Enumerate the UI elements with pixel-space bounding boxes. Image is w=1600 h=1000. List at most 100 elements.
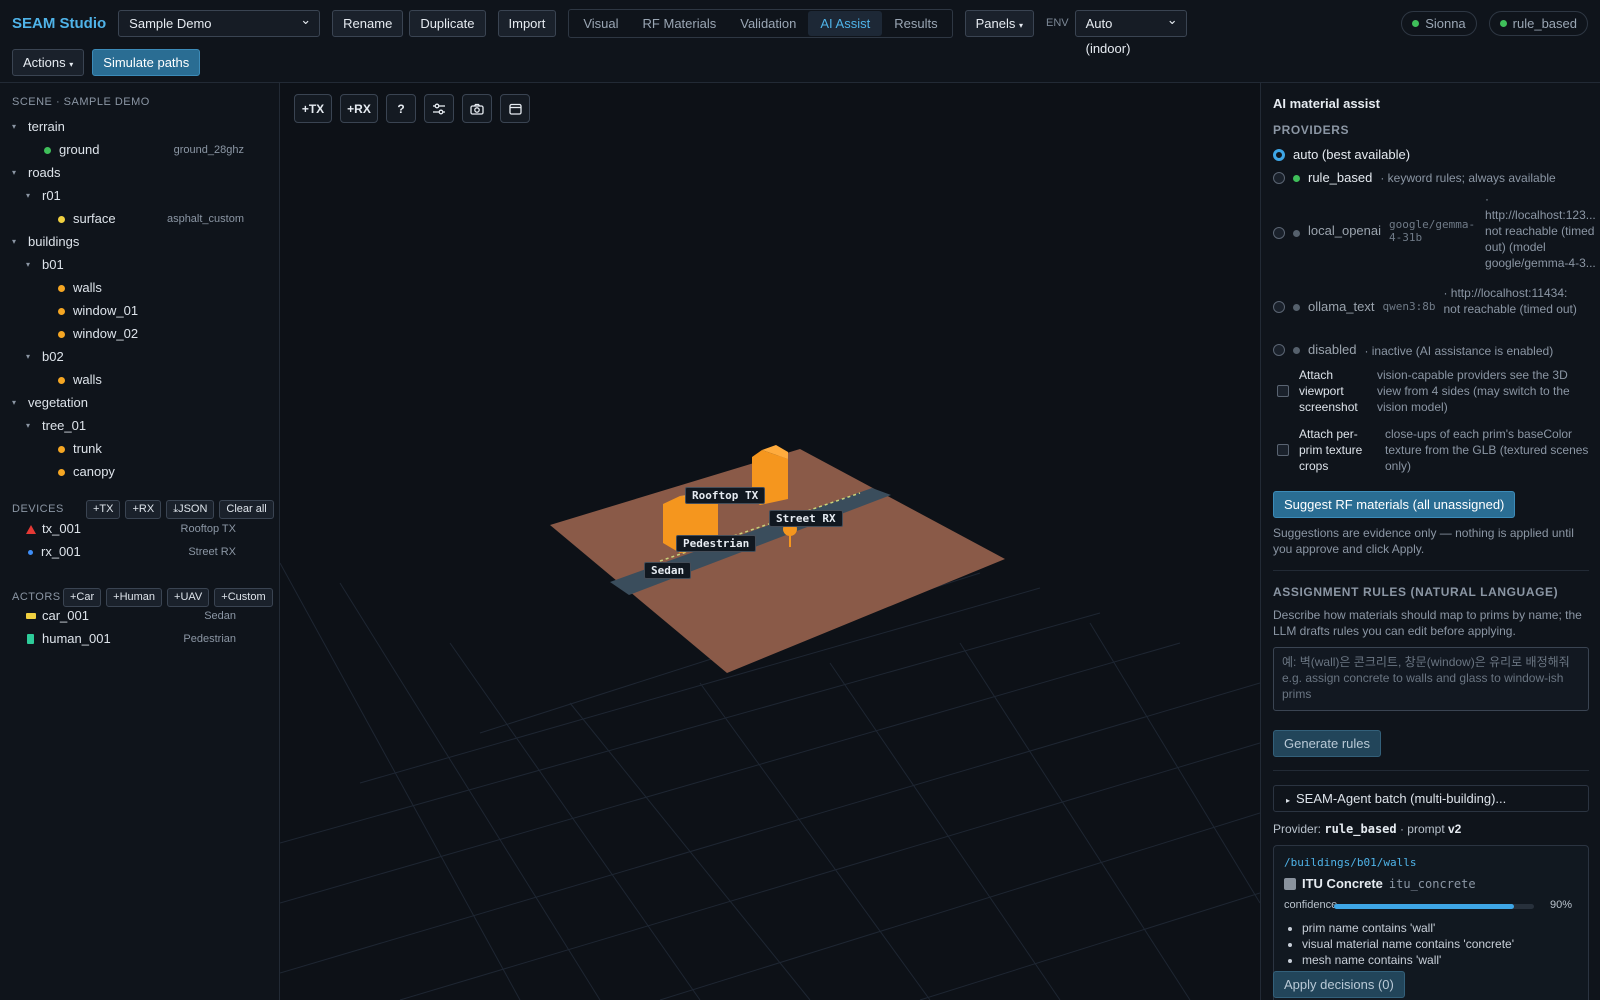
provider-name: auto (best available) bbox=[1293, 147, 1411, 162]
radio-icon bbox=[1273, 227, 1285, 239]
rules-input[interactable]: 예: 벽(wall)은 콘크리트, 창문(window)은 유리로 배정해줘 e… bbox=[1273, 647, 1589, 711]
radio-icon bbox=[1273, 301, 1285, 313]
car-icon bbox=[26, 613, 36, 619]
checkbox-icon[interactable] bbox=[1277, 444, 1289, 456]
receiver-icon bbox=[28, 549, 33, 555]
tree-node-b02[interactable]: ▾ b02 bbox=[0, 346, 280, 368]
provider-desc: · keyword rules; always available bbox=[1380, 171, 1556, 185]
tree-node-b01[interactable]: ▾ b01 bbox=[0, 254, 280, 276]
generate-rules-button[interactable]: Generate rules bbox=[1273, 730, 1381, 757]
help-button[interactable]: ? bbox=[386, 94, 416, 123]
tree-label: terrain bbox=[28, 119, 65, 134]
actions-button[interactable]: Actions ▾ bbox=[12, 48, 85, 76]
add-tx-button[interactable]: +TX bbox=[86, 500, 121, 519]
provider-rule-based[interactable]: rule_based · keyword rules; always avail… bbox=[1273, 170, 1556, 186]
scene-select-value: Sample Demo bbox=[129, 15, 212, 31]
provider-model: qwen3:8b bbox=[1382, 300, 1436, 313]
reason-item: prim name contains 'wall' bbox=[1302, 920, 1514, 936]
status-dot-icon bbox=[1293, 230, 1300, 237]
tree-node-surface[interactable]: surface asphalt_custom bbox=[0, 208, 280, 230]
tree-node-walls-b01[interactable]: walls bbox=[0, 277, 280, 299]
tab-validation[interactable]: Validation bbox=[728, 11, 808, 36]
tree-node-tree-01[interactable]: ▾ tree_01 bbox=[0, 415, 280, 437]
tree-node-canopy[interactable]: canopy bbox=[0, 461, 280, 483]
tree-node-buildings[interactable]: ▾ buildings bbox=[0, 231, 280, 253]
sliders-icon[interactable] bbox=[424, 94, 454, 123]
clear-devices-button[interactable]: Clear all bbox=[219, 500, 274, 519]
tab-visual[interactable]: Visual bbox=[571, 11, 630, 36]
export-json-button[interactable]: ⤓JSON bbox=[166, 500, 215, 519]
provider-local-openai[interactable]: local_openai google/gemma-4-31b · http:/… bbox=[1273, 191, 1597, 271]
scene-sidebar: SCENE · SAMPLE DEMO ▾ terrain ground groun… bbox=[0, 83, 280, 1000]
actor-row-human[interactable]: human_001 Pedestrian bbox=[0, 628, 280, 650]
tree-node-window-02[interactable]: window_02 bbox=[0, 323, 280, 345]
material-name: ITU Concrete bbox=[1302, 876, 1383, 891]
status-dot-icon bbox=[1293, 347, 1300, 354]
panels-label: Panels bbox=[975, 15, 1016, 31]
confidence-value: 90% bbox=[1550, 899, 1573, 911]
calendar-icon[interactable] bbox=[500, 94, 530, 123]
panel-title: AI material assist bbox=[1273, 96, 1380, 111]
actor-id: human_001 bbox=[42, 631, 111, 646]
caret-down-icon: ▾ bbox=[12, 122, 17, 131]
radio-selected-icon bbox=[1273, 149, 1285, 161]
material-dot-icon bbox=[44, 146, 51, 154]
tree-label: walls bbox=[73, 280, 102, 295]
import-button[interactable]: Import bbox=[497, 9, 557, 37]
provider-name: local_openai bbox=[1308, 223, 1382, 238]
simulate-paths-button[interactable]: Simulate paths bbox=[92, 48, 201, 76]
scene-canvas[interactable] bbox=[280, 83, 1260, 1000]
scene-viewport[interactable]: +TX +RX ? Rooftop TX Street RX Pedestria… bbox=[280, 83, 1260, 1000]
checkbox-icon[interactable] bbox=[1284, 877, 1296, 890]
engine-status-pill: Sionna bbox=[1401, 10, 1477, 36]
device-id: rx_001 bbox=[41, 544, 81, 559]
tree-node-trunk[interactable]: trunk bbox=[0, 438, 280, 460]
seam-agent-batch-expander[interactable]: ▸ SEAM-Agent batch (multi-building)... bbox=[1273, 785, 1589, 812]
suggest-note: Suggestions are evidence only — nothing … bbox=[1273, 526, 1574, 556]
attach-viewport-option[interactable]: Attach viewport screenshot vision-capabl… bbox=[1277, 367, 1587, 415]
material-tag: ground_28ghz bbox=[173, 144, 244, 156]
tree-label: tree_01 bbox=[42, 418, 87, 433]
add-tx-tool[interactable]: +TX bbox=[294, 94, 332, 123]
suggest-materials-button[interactable]: Suggest RF materials (all unassigned) bbox=[1273, 491, 1516, 518]
material-dot-icon bbox=[58, 445, 65, 453]
tab-results[interactable]: Results bbox=[882, 11, 949, 36]
apply-decisions-button[interactable]: Apply decisions (0) bbox=[1273, 971, 1405, 998]
tree-node-r01[interactable]: ▾ r01 bbox=[0, 185, 280, 207]
add-rx-button[interactable]: +RX bbox=[125, 500, 162, 519]
tree-node-roads[interactable]: ▾ roads bbox=[0, 162, 280, 184]
panels-button[interactable]: Panels ▾ bbox=[964, 9, 1034, 37]
tree-node-walls-b02[interactable]: walls bbox=[0, 369, 280, 391]
camera-icon[interactable] bbox=[462, 94, 492, 123]
rename-button[interactable]: Rename bbox=[332, 9, 404, 37]
view-tabs: Visual RF Materials Validation AI Assist… bbox=[568, 8, 953, 38]
label-rooftop-tx: Rooftop TX bbox=[685, 487, 766, 504]
tree-node-terrain[interactable]: ▾ terrain bbox=[0, 116, 280, 138]
actor-row-car[interactable]: car_001 Sedan bbox=[0, 605, 280, 627]
attach-crops-option[interactable]: Attach per-prim texture crops close-ups … bbox=[1277, 426, 1589, 474]
tab-rf-materials[interactable]: RF Materials bbox=[631, 11, 729, 36]
tree-node-window-01[interactable]: window_01 bbox=[0, 300, 280, 322]
add-rx-tool[interactable]: +RX bbox=[340, 94, 378, 123]
env-select[interactable]: Auto (indoor) bbox=[1074, 7, 1187, 56]
caret-down-icon: ▾ bbox=[26, 421, 31, 430]
provider-auto[interactable]: auto (best available) bbox=[1273, 147, 1410, 162]
tree-node-vegetation[interactable]: ▾ vegetation bbox=[0, 392, 280, 414]
provider-disabled[interactable]: disabled · inactive (AI assistance is en… bbox=[1273, 342, 1553, 359]
checkbox-icon[interactable] bbox=[1277, 385, 1289, 397]
material-dot-icon bbox=[58, 330, 65, 338]
divider bbox=[1273, 770, 1589, 771]
device-row-rx[interactable]: rx_001 Street RX bbox=[0, 541, 280, 563]
tree-label: surface bbox=[73, 211, 116, 226]
tree-node-ground[interactable]: ground ground_28ghz bbox=[0, 139, 280, 161]
status-dot-icon bbox=[1293, 304, 1300, 311]
duplicate-button[interactable]: Duplicate bbox=[409, 9, 486, 37]
tab-ai-assist[interactable]: AI Assist bbox=[808, 10, 883, 36]
provider-ollama-text[interactable]: ollama_text qwen3:8b · http://localhost:… bbox=[1273, 285, 1579, 317]
reason-item: mesh name contains 'wall' bbox=[1302, 952, 1514, 968]
device-row-tx[interactable]: tx_001 Rooftop TX bbox=[0, 518, 280, 540]
scene-select[interactable]: Sample Demo bbox=[118, 7, 321, 37]
provider-status-pill: rule_based bbox=[1488, 10, 1588, 36]
provider-model: google/gemma-4-31b bbox=[1389, 218, 1476, 244]
actors-title: ACTORS bbox=[12, 591, 61, 603]
